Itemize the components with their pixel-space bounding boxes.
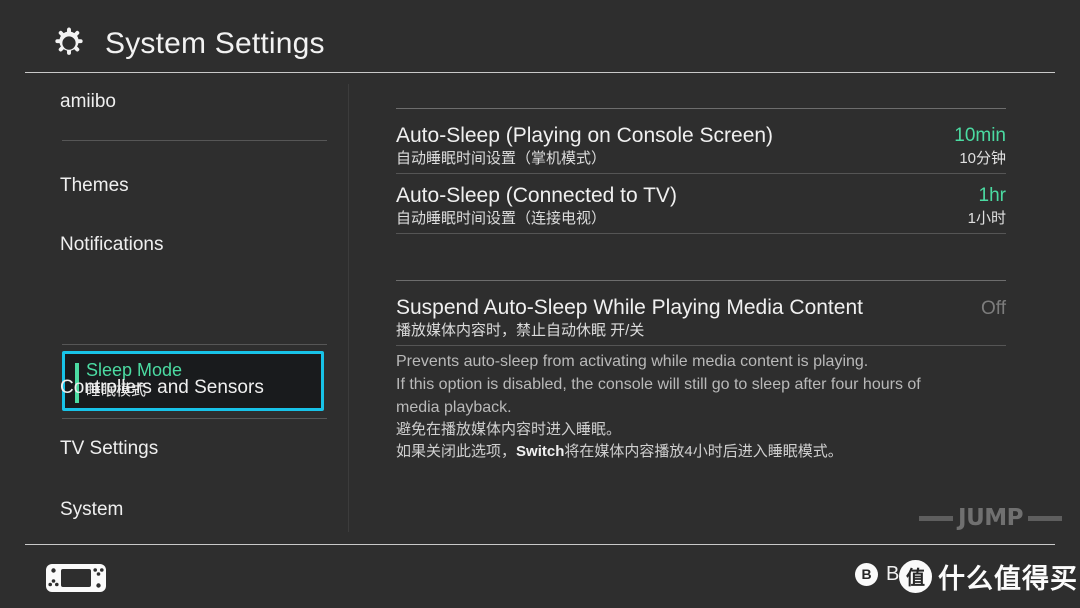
header-divider (25, 72, 1055, 73)
sidebar-divider-below-selection (62, 418, 327, 419)
setting-title: Auto-Sleep (Connected to TV) (396, 184, 677, 207)
jump-line-left (919, 515, 954, 521)
sidebar-item-notifications[interactable]: Notifications (60, 233, 328, 257)
setting-row-suspend-auto-sleep[interactable]: Suspend Auto-Sleep While Playing Media C… (396, 294, 1006, 346)
setting-title: Auto-Sleep (Playing on Console Screen) (396, 124, 774, 147)
sidebar-item-label: Themes (60, 175, 129, 196)
sidebar-item-label: amiibo (60, 91, 116, 112)
sidebar-item-label: Notifications (60, 234, 164, 255)
sidebar-item-label: System (60, 499, 124, 520)
content-divider-section (396, 280, 1006, 281)
setting-value: 10min (954, 125, 1006, 146)
sidebar-item-amiibo[interactable]: amiibo (60, 90, 328, 114)
description-zh-suffix: 将在媒体内容播放4小时后进入睡眠模式。 (564, 443, 843, 460)
setting-description: Prevents auto-sleep from activating whil… (396, 350, 1008, 463)
setting-title-zh: 自动睡眠时间设置（连接电视） (396, 210, 607, 227)
sidebar-item-controllers-and-sensors[interactable]: Controllers and Sensors (60, 376, 328, 400)
bottom-divider (25, 544, 1055, 545)
sidebar-item-tv-settings[interactable]: TV Settings (60, 437, 328, 461)
setting-value: 1hr (978, 185, 1006, 206)
settings-content-panel: Auto-Sleep (Playing on Console Screen) 自… (348, 78, 1080, 536)
setting-title-zh: 自动睡眠时间设置（掌机模式） (396, 150, 607, 167)
smzdm-watermark-text: 什么值得买 (938, 564, 1078, 595)
sidebar-item-system[interactable]: System (60, 498, 328, 522)
setting-value-zh: 10分钟 (959, 150, 1006, 167)
sidebar-divider-top (62, 140, 327, 141)
system-settings-screen: System Settings amiibo Themes Notificati… (0, 0, 1080, 608)
description-zh-bold: Switch (516, 443, 565, 460)
jump-watermark-text: JUMP (958, 505, 1023, 531)
setting-title: Suspend Auto-Sleep While Playing Media C… (396, 296, 863, 319)
description-line-en-3: media playback. (396, 399, 512, 416)
setting-value: Off (981, 298, 1006, 319)
smzdm-watermark: 值 什么值得买 (899, 557, 1078, 596)
setting-title-zh: 播放媒体内容时，禁止自动休眠 开/关 (396, 322, 645, 339)
sidebar-item-label: Controllers and Sensors (60, 377, 264, 398)
sidebar-item-label: TV Settings (60, 438, 159, 459)
setting-row-auto-sleep-console[interactable]: Auto-Sleep (Playing on Console Screen) 自… (396, 122, 1006, 174)
header: System Settings (0, 0, 1080, 73)
sidebar: amiibo Themes Notifications Sleep Mode 睡… (0, 78, 348, 536)
description-line-zh-1: 避免在播放媒体内容时进入睡眠。 (396, 421, 622, 438)
gear-icon (50, 25, 88, 63)
description-line-zh-2: 如果关闭此选项，Switch将在媒体内容播放4小时后进入睡眠模式。 (396, 441, 1008, 463)
sidebar-divider-mid (62, 344, 327, 345)
sidebar-item-themes[interactable]: Themes (60, 174, 328, 198)
content-divider-3 (396, 345, 1006, 346)
description-zh-prefix: 如果关闭此选项， (396, 443, 517, 460)
b-button-icon: B (855, 562, 878, 586)
page-title: System Settings (105, 27, 325, 60)
description-line-en-2: If this option is disabled, the console … (396, 376, 921, 393)
content-divider-1 (396, 173, 1006, 174)
description-line-en-1: Prevents auto-sleep from activating whil… (396, 353, 869, 370)
jump-line-right (1028, 515, 1062, 521)
content-divider-top (396, 108, 1006, 109)
switch-console-icon (45, 563, 107, 593)
setting-value-zh: 1小时 (967, 210, 1006, 227)
smzdm-logo-icon: 值 (899, 560, 932, 593)
content-divider-2 (396, 233, 1006, 234)
jump-watermark: JUMP (919, 505, 1062, 531)
setting-row-auto-sleep-tv[interactable]: Auto-Sleep (Connected to TV) 自动睡眠时间设置（连接… (396, 182, 1006, 234)
